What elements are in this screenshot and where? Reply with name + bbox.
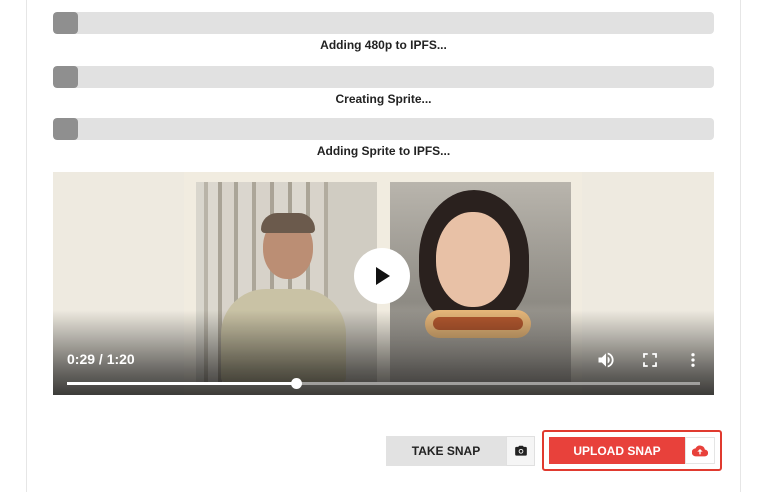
progress-fill [53,118,79,140]
video-figure [261,213,315,233]
progress-bar-sprite-ipfs [53,118,714,140]
progress-fill [53,66,79,88]
time-display: 0:29 / 1:20 [67,351,135,367]
upload-icon-button[interactable] [685,437,715,464]
play-button[interactable] [354,248,410,304]
take-snap-button[interactable]: TAKE SNAP [386,436,506,466]
video-player[interactable]: 0:29 / 1:20 [53,172,714,395]
play-icon [376,267,390,285]
progress-bar-480p [53,12,714,34]
video-figure [436,212,510,307]
more-options-button[interactable] [682,349,704,371]
volume-icon [598,352,614,368]
status-adding-sprite: Adding Sprite to IPFS... [316,144,451,158]
status-adding-480p: Adding 480p to IPFS... [320,38,447,52]
progress-bar-sprite [53,66,714,88]
camera-icon [514,445,527,456]
cloud-upload-icon [692,445,708,456]
upload-snap-button[interactable]: UPLOAD SNAP [549,437,685,464]
fullscreen-icon [643,353,657,367]
volume-button[interactable] [595,349,617,371]
more-vert-icon [691,353,695,367]
camera-button[interactable] [506,436,535,466]
seek-bar[interactable] [67,378,700,389]
seek-played [67,382,297,385]
upload-snap-group: UPLOAD SNAP [542,430,722,471]
status-creating-sprite: Creating Sprite... [335,92,432,106]
progress-fill [53,12,79,34]
fullscreen-button[interactable] [639,349,661,371]
